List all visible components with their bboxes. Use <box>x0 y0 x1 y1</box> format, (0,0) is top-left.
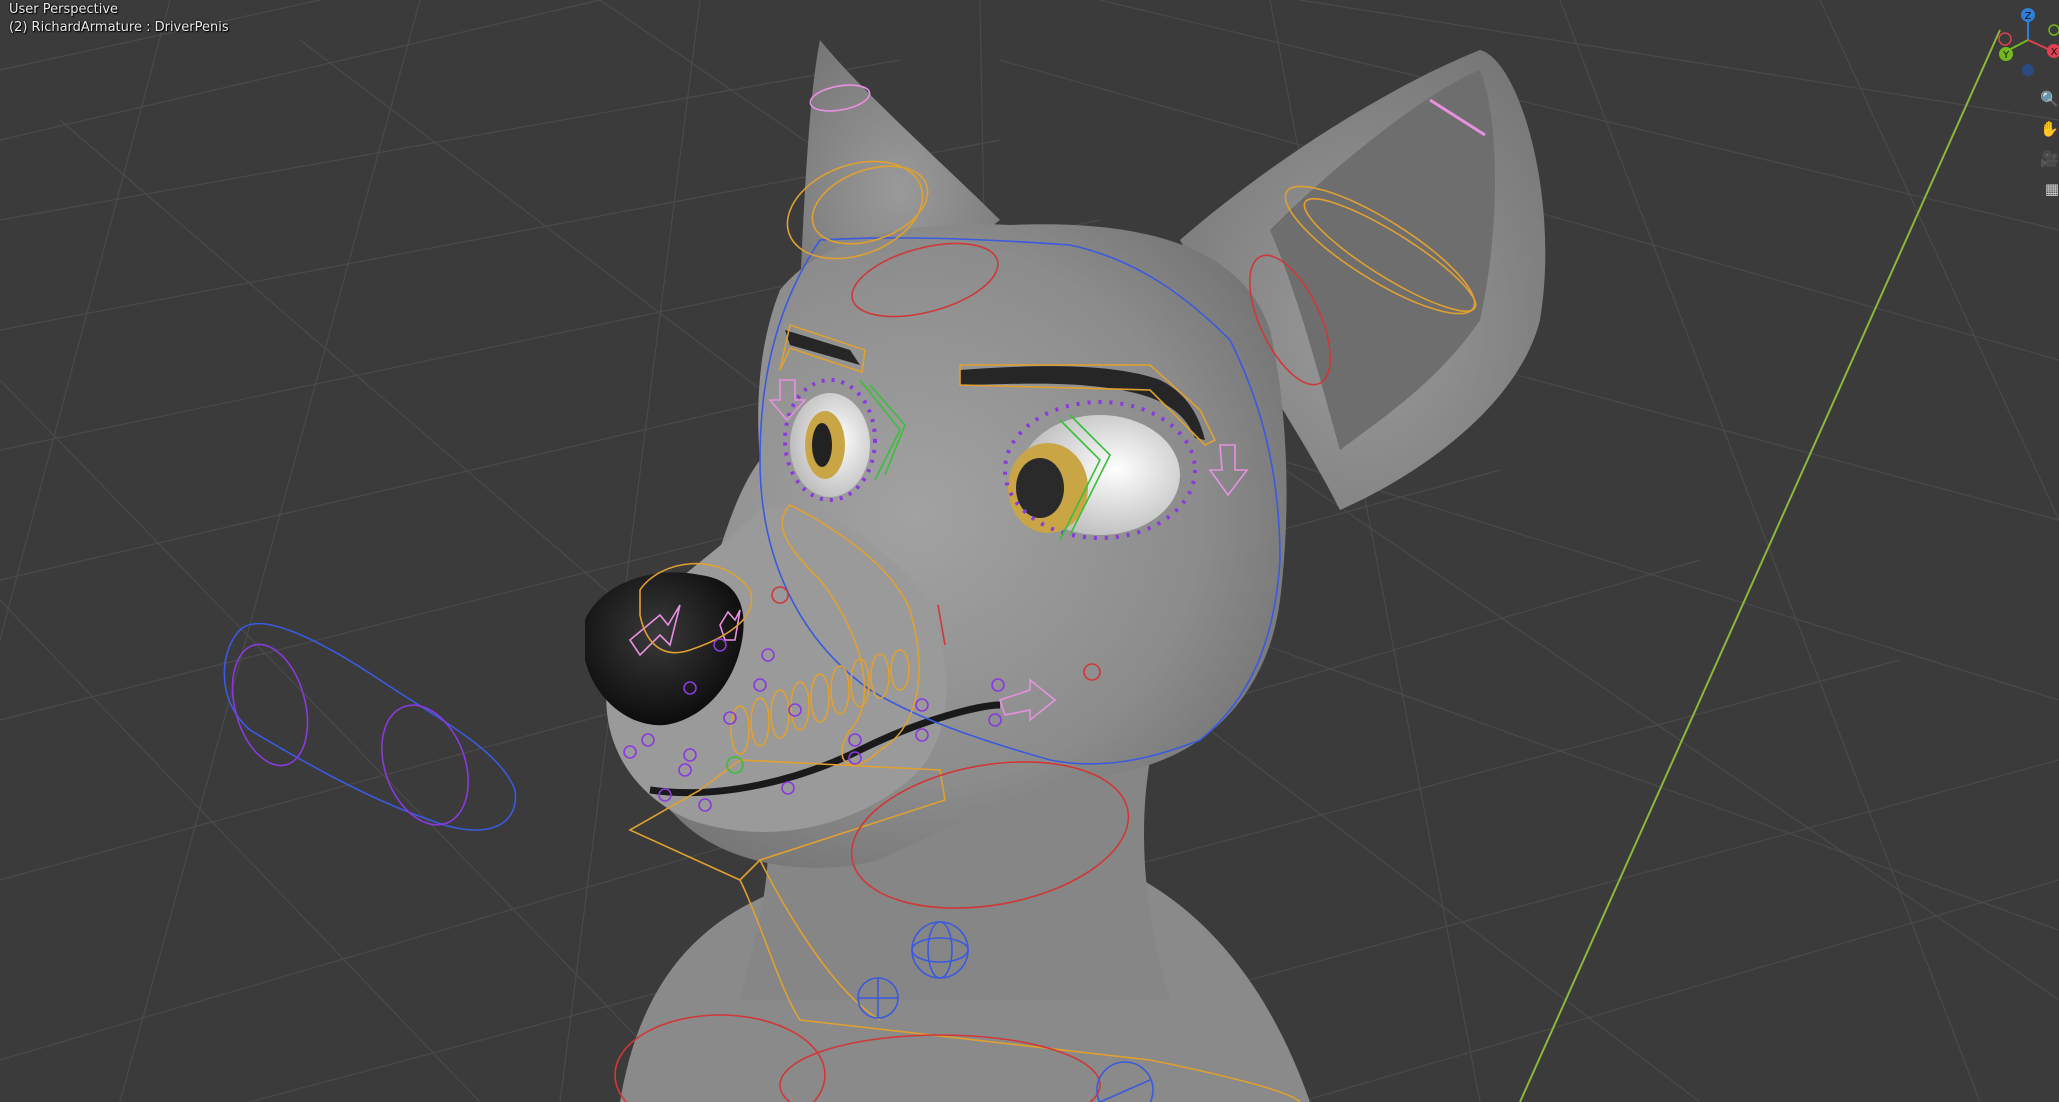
gizmo-x-label: X <box>2051 47 2058 58</box>
gizmo-y-label: Y <box>2002 50 2010 61</box>
viewport-scene[interactable] <box>0 0 2059 1102</box>
hand-pan-icon[interactable]: ✋ <box>2040 116 2059 142</box>
left-pupil <box>812 423 832 467</box>
view-mode-label: User Perspective <box>9 2 119 17</box>
active-object-label: (2) RichardArmature : DriverPenis <box>9 20 229 35</box>
right-pupil <box>1016 458 1064 518</box>
camera-icon[interactable]: 🎥 <box>2040 146 2059 172</box>
gizmo-z-label: Z <box>2025 11 2032 22</box>
gizmo-neg-z-axis[interactable] <box>2022 64 2034 76</box>
floating-loop-control[interactable] <box>220 622 517 837</box>
gizmo-neg-y-axis[interactable] <box>2048 24 2059 36</box>
3d-viewport[interactable]: User Perspective (2) RichardArmature : D… <box>0 0 2059 1102</box>
grid-ortho-icon[interactable]: ▦ <box>2040 176 2059 202</box>
gizmo-neg-x-axis[interactable] <box>1998 32 2012 46</box>
navigation-gizmo[interactable]: Z X Y <box>1988 8 2059 80</box>
zoom-icon[interactable]: 🔍 <box>2040 86 2059 112</box>
y-axis-line <box>1519 29 2001 1102</box>
